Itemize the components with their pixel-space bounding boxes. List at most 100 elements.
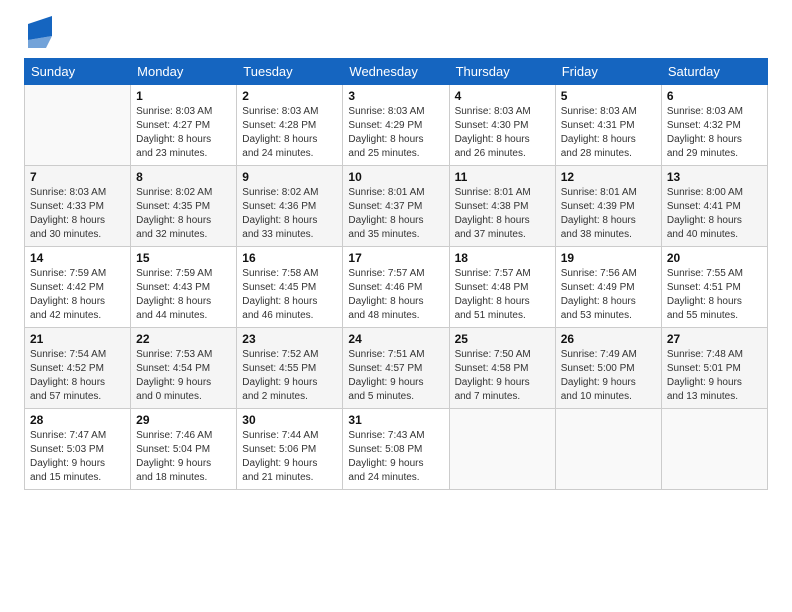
day-number: 14 [30, 251, 125, 265]
day-info: Sunrise: 8:00 AMSunset: 4:41 PMDaylight:… [667, 186, 762, 242]
day-info: Sunrise: 7:59 AMSunset: 4:42 PMDaylight:… [30, 267, 125, 323]
day-info: Sunrise: 7:55 AMSunset: 4:51 PMDaylight:… [667, 267, 762, 323]
day-number: 31 [348, 413, 443, 427]
day-header-saturday: Saturday [661, 59, 767, 85]
day-info: Sunrise: 8:03 AMSunset: 4:30 PMDaylight:… [455, 105, 550, 161]
day-info: Sunrise: 7:44 AMSunset: 5:06 PMDaylight:… [242, 429, 337, 485]
day-header-wednesday: Wednesday [343, 59, 449, 85]
day-cell [661, 409, 767, 490]
week-row-1: 1 Sunrise: 8:03 AMSunset: 4:27 PMDaylight… [25, 85, 768, 166]
logo-icon [28, 16, 52, 48]
day-info: Sunrise: 7:50 AMSunset: 4:58 PMDaylight:… [455, 348, 550, 404]
week-row-2: 7 Sunrise: 8:03 AMSunset: 4:33 PMDaylight… [25, 166, 768, 247]
day-cell [555, 409, 661, 490]
day-info: Sunrise: 8:03 AMSunset: 4:29 PMDaylight:… [348, 105, 443, 161]
day-info: Sunrise: 8:01 AMSunset: 4:38 PMDaylight:… [455, 186, 550, 242]
day-info: Sunrise: 7:53 AMSunset: 4:54 PMDaylight:… [136, 348, 231, 404]
day-cell: 17 Sunrise: 7:57 AMSunset: 4:46 PMDayligh… [343, 247, 449, 328]
day-cell: 15 Sunrise: 7:59 AMSunset: 4:43 PMDayligh… [131, 247, 237, 328]
week-row-5: 28Sunrise: 7:47 AMSunset: 5:03 PMDayligh… [25, 409, 768, 490]
day-cell: 22 Sunrise: 7:53 AMSunset: 4:54 PMDayligh… [131, 328, 237, 409]
day-number: 15 [136, 251, 231, 265]
day-number: 26 [561, 332, 656, 346]
day-info: Sunrise: 8:01 AMSunset: 4:39 PMDaylight:… [561, 186, 656, 242]
day-header-monday: Monday [131, 59, 237, 85]
day-number: 1 [136, 89, 231, 103]
calendar-body: 1 Sunrise: 8:03 AMSunset: 4:27 PMDaylight… [25, 85, 768, 490]
day-cell: 8 Sunrise: 8:02 AMSunset: 4:35 PMDaylight… [131, 166, 237, 247]
day-number: 23 [242, 332, 337, 346]
day-number: 12 [561, 170, 656, 184]
day-info: Sunrise: 7:52 AMSunset: 4:55 PMDaylight:… [242, 348, 337, 404]
day-number: 3 [348, 89, 443, 103]
day-cell [25, 85, 131, 166]
day-info: Sunrise: 8:03 AMSunset: 4:33 PMDaylight:… [30, 186, 125, 242]
calendar-table: SundayMondayTuesdayWednesdayThursdayFrid… [24, 58, 768, 490]
calendar-header: SundayMondayTuesdayWednesdayThursdayFrid… [25, 59, 768, 85]
day-number: 29 [136, 413, 231, 427]
day-cell: 13 Sunrise: 8:00 AMSunset: 4:41 PMDayligh… [661, 166, 767, 247]
logo [24, 20, 52, 48]
day-number: 21 [30, 332, 125, 346]
day-number: 9 [242, 170, 337, 184]
days-row: SundayMondayTuesdayWednesdayThursdayFrid… [25, 59, 768, 85]
day-info: Sunrise: 7:43 AMSunset: 5:08 PMDaylight:… [348, 429, 443, 485]
week-row-3: 14 Sunrise: 7:59 AMSunset: 4:42 PMDayligh… [25, 247, 768, 328]
day-info: Sunrise: 7:57 AMSunset: 4:46 PMDaylight:… [348, 267, 443, 323]
day-info: Sunrise: 7:54 AMSunset: 4:52 PMDaylight:… [30, 348, 125, 404]
day-info: Sunrise: 7:58 AMSunset: 4:45 PMDaylight:… [242, 267, 337, 323]
day-cell: 23 Sunrise: 7:52 AMSunset: 4:55 PMDayligh… [237, 328, 343, 409]
day-number: 17 [348, 251, 443, 265]
day-number: 2 [242, 89, 337, 103]
day-number: 28 [30, 413, 125, 427]
day-info: Sunrise: 8:03 AMSunset: 4:32 PMDaylight:… [667, 105, 762, 161]
day-info: Sunrise: 8:03 AMSunset: 4:27 PMDaylight:… [136, 105, 231, 161]
day-header-sunday: Sunday [25, 59, 131, 85]
day-number: 13 [667, 170, 762, 184]
day-info: Sunrise: 7:51 AMSunset: 4:57 PMDaylight:… [348, 348, 443, 404]
day-info: Sunrise: 7:59 AMSunset: 4:43 PMDaylight:… [136, 267, 231, 323]
day-cell: 26 Sunrise: 7:49 AMSunset: 5:00 PMDayligh… [555, 328, 661, 409]
day-info: Sunrise: 7:48 AMSunset: 5:01 PMDaylight:… [667, 348, 762, 404]
day-cell: 5 Sunrise: 8:03 AMSunset: 4:31 PMDaylight… [555, 85, 661, 166]
day-number: 11 [455, 170, 550, 184]
day-cell: 20Sunrise: 7:55 AMSunset: 4:51 PMDayligh… [661, 247, 767, 328]
day-cell: 14 Sunrise: 7:59 AMSunset: 4:42 PMDayligh… [25, 247, 131, 328]
day-number: 4 [455, 89, 550, 103]
day-number: 7 [30, 170, 125, 184]
day-number: 18 [455, 251, 550, 265]
day-info: Sunrise: 8:02 AMSunset: 4:35 PMDaylight:… [136, 186, 231, 242]
day-cell: 24Sunrise: 7:51 AMSunset: 4:57 PMDayligh… [343, 328, 449, 409]
day-cell: 19Sunrise: 7:56 AMSunset: 4:49 PMDayligh… [555, 247, 661, 328]
day-cell: 28Sunrise: 7:47 AMSunset: 5:03 PMDayligh… [25, 409, 131, 490]
day-cell: 7 Sunrise: 8:03 AMSunset: 4:33 PMDaylight… [25, 166, 131, 247]
day-cell: 3 Sunrise: 8:03 AMSunset: 4:29 PMDaylight… [343, 85, 449, 166]
day-cell: 9Sunrise: 8:02 AMSunset: 4:36 PMDaylight… [237, 166, 343, 247]
day-cell: 21 Sunrise: 7:54 AMSunset: 4:52 PMDayligh… [25, 328, 131, 409]
day-number: 30 [242, 413, 337, 427]
day-number: 5 [561, 89, 656, 103]
day-info: Sunrise: 8:03 AMSunset: 4:28 PMDaylight:… [242, 105, 337, 161]
day-info: Sunrise: 7:49 AMSunset: 5:00 PMDaylight:… [561, 348, 656, 404]
header [24, 20, 768, 48]
day-cell: 27Sunrise: 7:48 AMSunset: 5:01 PMDayligh… [661, 328, 767, 409]
day-info: Sunrise: 8:03 AMSunset: 4:31 PMDaylight:… [561, 105, 656, 161]
day-cell: 12 Sunrise: 8:01 AMSunset: 4:39 PMDayligh… [555, 166, 661, 247]
day-number: 25 [455, 332, 550, 346]
day-cell: 31 Sunrise: 7:43 AMSunset: 5:08 PMDayligh… [343, 409, 449, 490]
day-cell: 29 Sunrise: 7:46 AMSunset: 5:04 PMDayligh… [131, 409, 237, 490]
day-cell: 18 Sunrise: 7:57 AMSunset: 4:48 PMDayligh… [449, 247, 555, 328]
day-header-friday: Friday [555, 59, 661, 85]
day-header-tuesday: Tuesday [237, 59, 343, 85]
day-number: 16 [242, 251, 337, 265]
day-number: 22 [136, 332, 231, 346]
day-info: Sunrise: 7:57 AMSunset: 4:48 PMDaylight:… [455, 267, 550, 323]
day-number: 8 [136, 170, 231, 184]
day-cell: 1 Sunrise: 8:03 AMSunset: 4:27 PMDaylight… [131, 85, 237, 166]
day-info: Sunrise: 7:46 AMSunset: 5:04 PMDaylight:… [136, 429, 231, 485]
day-info: Sunrise: 7:56 AMSunset: 4:49 PMDaylight:… [561, 267, 656, 323]
day-cell [449, 409, 555, 490]
day-cell: 10Sunrise: 8:01 AMSunset: 4:37 PMDayligh… [343, 166, 449, 247]
day-number: 6 [667, 89, 762, 103]
day-number: 10 [348, 170, 443, 184]
